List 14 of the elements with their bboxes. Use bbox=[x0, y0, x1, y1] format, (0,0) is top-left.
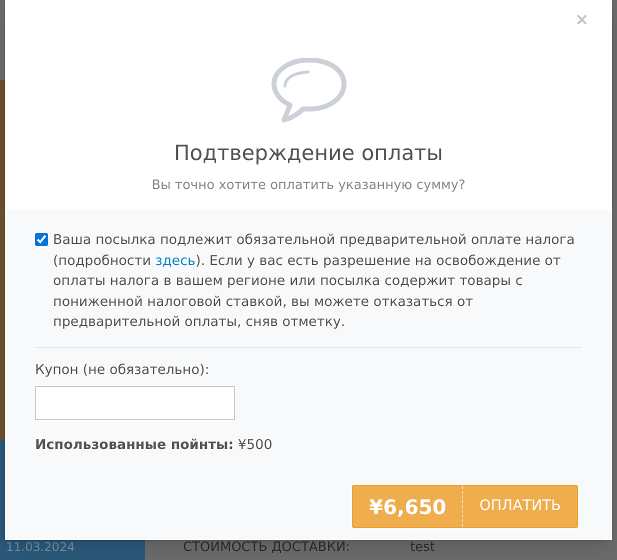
dialog-subtitle: Вы точно хотите оплатить указанную сумму? bbox=[152, 176, 466, 194]
pay-button[interactable]: ¥6,650 ОПЛАТИТЬ bbox=[352, 485, 578, 528]
dialog-title: Подтверждение оплаты bbox=[174, 140, 444, 167]
tax-checkbox[interactable] bbox=[35, 233, 48, 246]
tax-notice-text: Ваша посылка подлежит обязательной предварительной оплате налога (подробности здесь). Если у вас есть разрешение на освобождение от оплаты налога в вашем регионе или посылка содержит товары с пониженной налоговой ставкой, вы можете отказаться от предварительной оплаты, сняв отметку. bbox=[53, 231, 576, 332]
speech-bubble-icon bbox=[270, 58, 346, 124]
date-text: 11.03.2024 bbox=[6, 539, 75, 556]
shipping-label: СТОИМОСТЬ ДОСТАВКИ: bbox=[183, 539, 350, 557]
coupon-field[interactable] bbox=[35, 386, 235, 420]
close-button[interactable]: × bbox=[574, 12, 589, 29]
shipping-value: test bbox=[410, 539, 436, 557]
coupon-label: Купон (не обязательно): bbox=[35, 360, 210, 380]
points-text: Использованные пойнты: ¥500 bbox=[35, 436, 274, 455]
details-link[interactable]: здесь bbox=[155, 252, 196, 268]
